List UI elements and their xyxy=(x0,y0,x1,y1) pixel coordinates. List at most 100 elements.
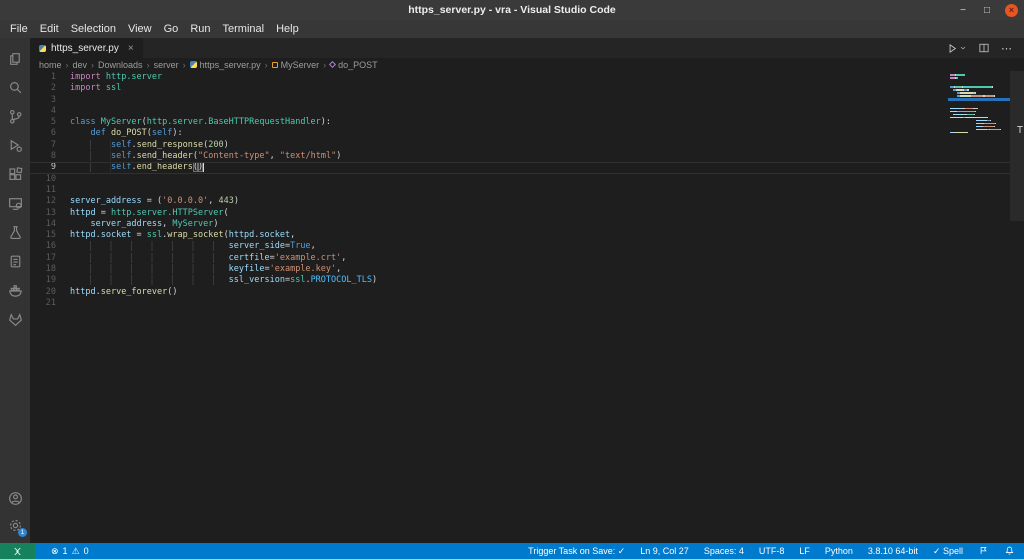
line-content xyxy=(56,174,1024,185)
code-line-8[interactable]: 8 self.send_header("Content-type", "text… xyxy=(30,151,1024,162)
code-line-11[interactable]: 11 xyxy=(30,185,1024,196)
code-line-18[interactable]: 18 keyfile='example.key', xyxy=(30,264,1024,275)
menu-edit[interactable]: Edit xyxy=(34,20,65,38)
menu-terminal[interactable]: Terminal xyxy=(217,20,271,38)
status-language-mode[interactable]: Python xyxy=(825,546,853,556)
problems-indicator[interactable]: ⊗ 1 ⚠ 0 xyxy=(51,546,89,557)
code-line-13[interactable]: 13 httpd = http.server.HTTPServer( xyxy=(30,208,1024,219)
status-indentation[interactable]: Spaces: 4 xyxy=(704,546,744,556)
activity-bar-bottom: 1 xyxy=(0,485,30,543)
menu-selection[interactable]: Selection xyxy=(65,20,122,38)
source-control-icon[interactable] xyxy=(0,102,30,131)
status-trigger-task-on-save[interactable]: Trigger Task on Save: ✓ xyxy=(528,546,625,557)
class-symbol-icon xyxy=(271,61,278,68)
activity-bar: 1 xyxy=(0,38,30,543)
code-line-3[interactable]: 3 xyxy=(30,95,1024,106)
code-line-15[interactable]: 15 httpd.socket = ssl.wrap_socket(httpd.s… xyxy=(30,230,1024,241)
breadcrumb-item-https_server.py[interactable]: https_server.py xyxy=(189,60,261,70)
breadcrumb-item-dev[interactable]: dev xyxy=(73,60,88,70)
python-file-icon xyxy=(39,44,46,52)
minimize-button[interactable]: − xyxy=(957,5,969,16)
editor-scrollbar[interactable]: T xyxy=(1010,71,1024,221)
line-number: 9 xyxy=(50,162,56,173)
menu-file[interactable]: File xyxy=(4,20,34,38)
code-line-19[interactable]: 19 ssl_version=ssl.PROTOCOL_TLS) xyxy=(30,275,1024,286)
breadcrumb-item-downloads[interactable]: Downloads xyxy=(98,60,143,70)
code-line-1[interactable]: 1 import http.server xyxy=(30,72,1024,83)
window-controls: − □ × xyxy=(957,0,1018,20)
maximize-button[interactable]: □ xyxy=(981,5,993,16)
code-line-10[interactable]: 10 xyxy=(30,174,1024,185)
code-line-7[interactable]: 7 self.send_response(200) xyxy=(30,139,1024,151)
status-python-interpreter[interactable]: 3.8.10 64-bit xyxy=(868,546,918,556)
tab-https-server[interactable]: https_server.py × xyxy=(30,38,143,58)
warning-count: 0 xyxy=(83,546,89,556)
line-number: 19 xyxy=(45,275,56,286)
status-spell-checker[interactable]: ✓ Spell xyxy=(933,546,963,557)
tab-label: https_server.py xyxy=(51,42,119,54)
status-bar: ⊗ 1 ⚠ 0 Trigger Task on Save: ✓ Ln 9, Col… xyxy=(0,543,1024,559)
tab-close-icon[interactable]: × xyxy=(128,43,134,54)
status-feedback[interactable] xyxy=(978,545,989,558)
search-icon[interactable] xyxy=(0,73,30,102)
remote-explorer-icon[interactable] xyxy=(0,189,30,218)
code-line-5[interactable]: 5 class MyServer(http.server.BaseHTTPRequ… xyxy=(30,117,1024,128)
breadcrumb-item-myserver[interactable]: MyServer xyxy=(271,60,319,70)
account-icon[interactable] xyxy=(0,485,30,512)
close-button[interactable]: × xyxy=(1005,3,1018,17)
explorer-icon[interactable] xyxy=(0,44,30,73)
line-content: httpd.serve_forever() xyxy=(70,286,178,297)
remote-indicator[interactable] xyxy=(0,543,35,559)
docker-icon[interactable] xyxy=(0,276,30,305)
testing-icon[interactable] xyxy=(0,218,30,247)
settings-icon[interactable]: 1 xyxy=(0,512,30,539)
split-editor-button[interactable] xyxy=(978,42,990,54)
menu-bar: File Edit Selection View Go Run Terminal Help xyxy=(0,20,1024,38)
menu-go[interactable]: Go xyxy=(158,20,185,38)
status-cursor-position[interactable]: Ln 9, Col 27 xyxy=(640,546,689,556)
breadcrumb-separator: › xyxy=(264,59,268,70)
status-notifications[interactable] xyxy=(1004,545,1015,558)
breadcrumb-item-server[interactable]: server xyxy=(154,60,179,70)
code-line-2[interactable]: 2 import ssl xyxy=(30,83,1024,94)
settings-badge: 1 xyxy=(18,528,27,537)
line-number: 16 xyxy=(45,241,56,252)
line-number: 20 xyxy=(45,286,56,297)
code-editor[interactable]: 1 import http.server 2 import ssl 3 4 5 class M… xyxy=(30,71,1024,543)
gitlab-icon[interactable] xyxy=(0,305,30,334)
code-line-17[interactable]: 17 certfile='example.crt', xyxy=(30,252,1024,264)
line-number: 1 xyxy=(50,72,56,82)
status-encoding[interactable]: UTF-8 xyxy=(759,546,785,556)
text-cursor xyxy=(203,162,205,173)
extensions-icon[interactable] xyxy=(0,160,30,189)
activity-bar-top xyxy=(0,44,30,334)
breadcrumb-item-do_post[interactable]: do_POST xyxy=(329,60,378,70)
chevron-down-icon xyxy=(960,46,966,50)
method-symbol-icon xyxy=(329,60,337,69)
run-and-debug-icon[interactable] xyxy=(0,131,30,160)
title-bar: https_server.py - vra - Visual Studio Co… xyxy=(0,0,1024,20)
code-line-12[interactable]: 12 server_address = ('0.0.0.0', 443) xyxy=(30,196,1024,207)
error-icon: ⊗ xyxy=(51,545,59,556)
code-line-21[interactable]: 21 xyxy=(30,298,1024,309)
code-line-20[interactable]: 20 httpd.serve_forever() xyxy=(30,287,1024,298)
snippets-icon[interactable] xyxy=(0,247,30,276)
status-eol[interactable]: LF xyxy=(799,546,810,556)
menu-view[interactable]: View xyxy=(122,20,158,38)
run-python-file-button[interactable] xyxy=(946,42,967,55)
code-line-9[interactable]: 9 self.end_headers() xyxy=(30,162,1024,174)
code-line-14[interactable]: 14 server_address, MyServer) xyxy=(30,219,1024,230)
minimap[interactable] xyxy=(948,74,1010,138)
menu-run[interactable]: Run xyxy=(184,20,216,38)
line-number: 14 xyxy=(45,218,56,229)
line-number: 6 xyxy=(50,128,56,139)
code-line-16[interactable]: 16 server_side=True, xyxy=(30,241,1024,252)
breadcrumb-item-home[interactable]: home xyxy=(39,60,62,70)
code-line-4[interactable]: 4 xyxy=(30,106,1024,117)
window-title: https_server.py - vra - Visual Studio Co… xyxy=(408,4,616,16)
breadcrumb-separator: › xyxy=(65,59,69,70)
code-line-6[interactable]: 6 def do_POST(self): xyxy=(30,128,1024,139)
menu-help[interactable]: Help xyxy=(270,20,305,38)
more-actions-button[interactable]: ⋯ xyxy=(1001,42,1012,55)
line-number: 15 xyxy=(45,230,56,241)
